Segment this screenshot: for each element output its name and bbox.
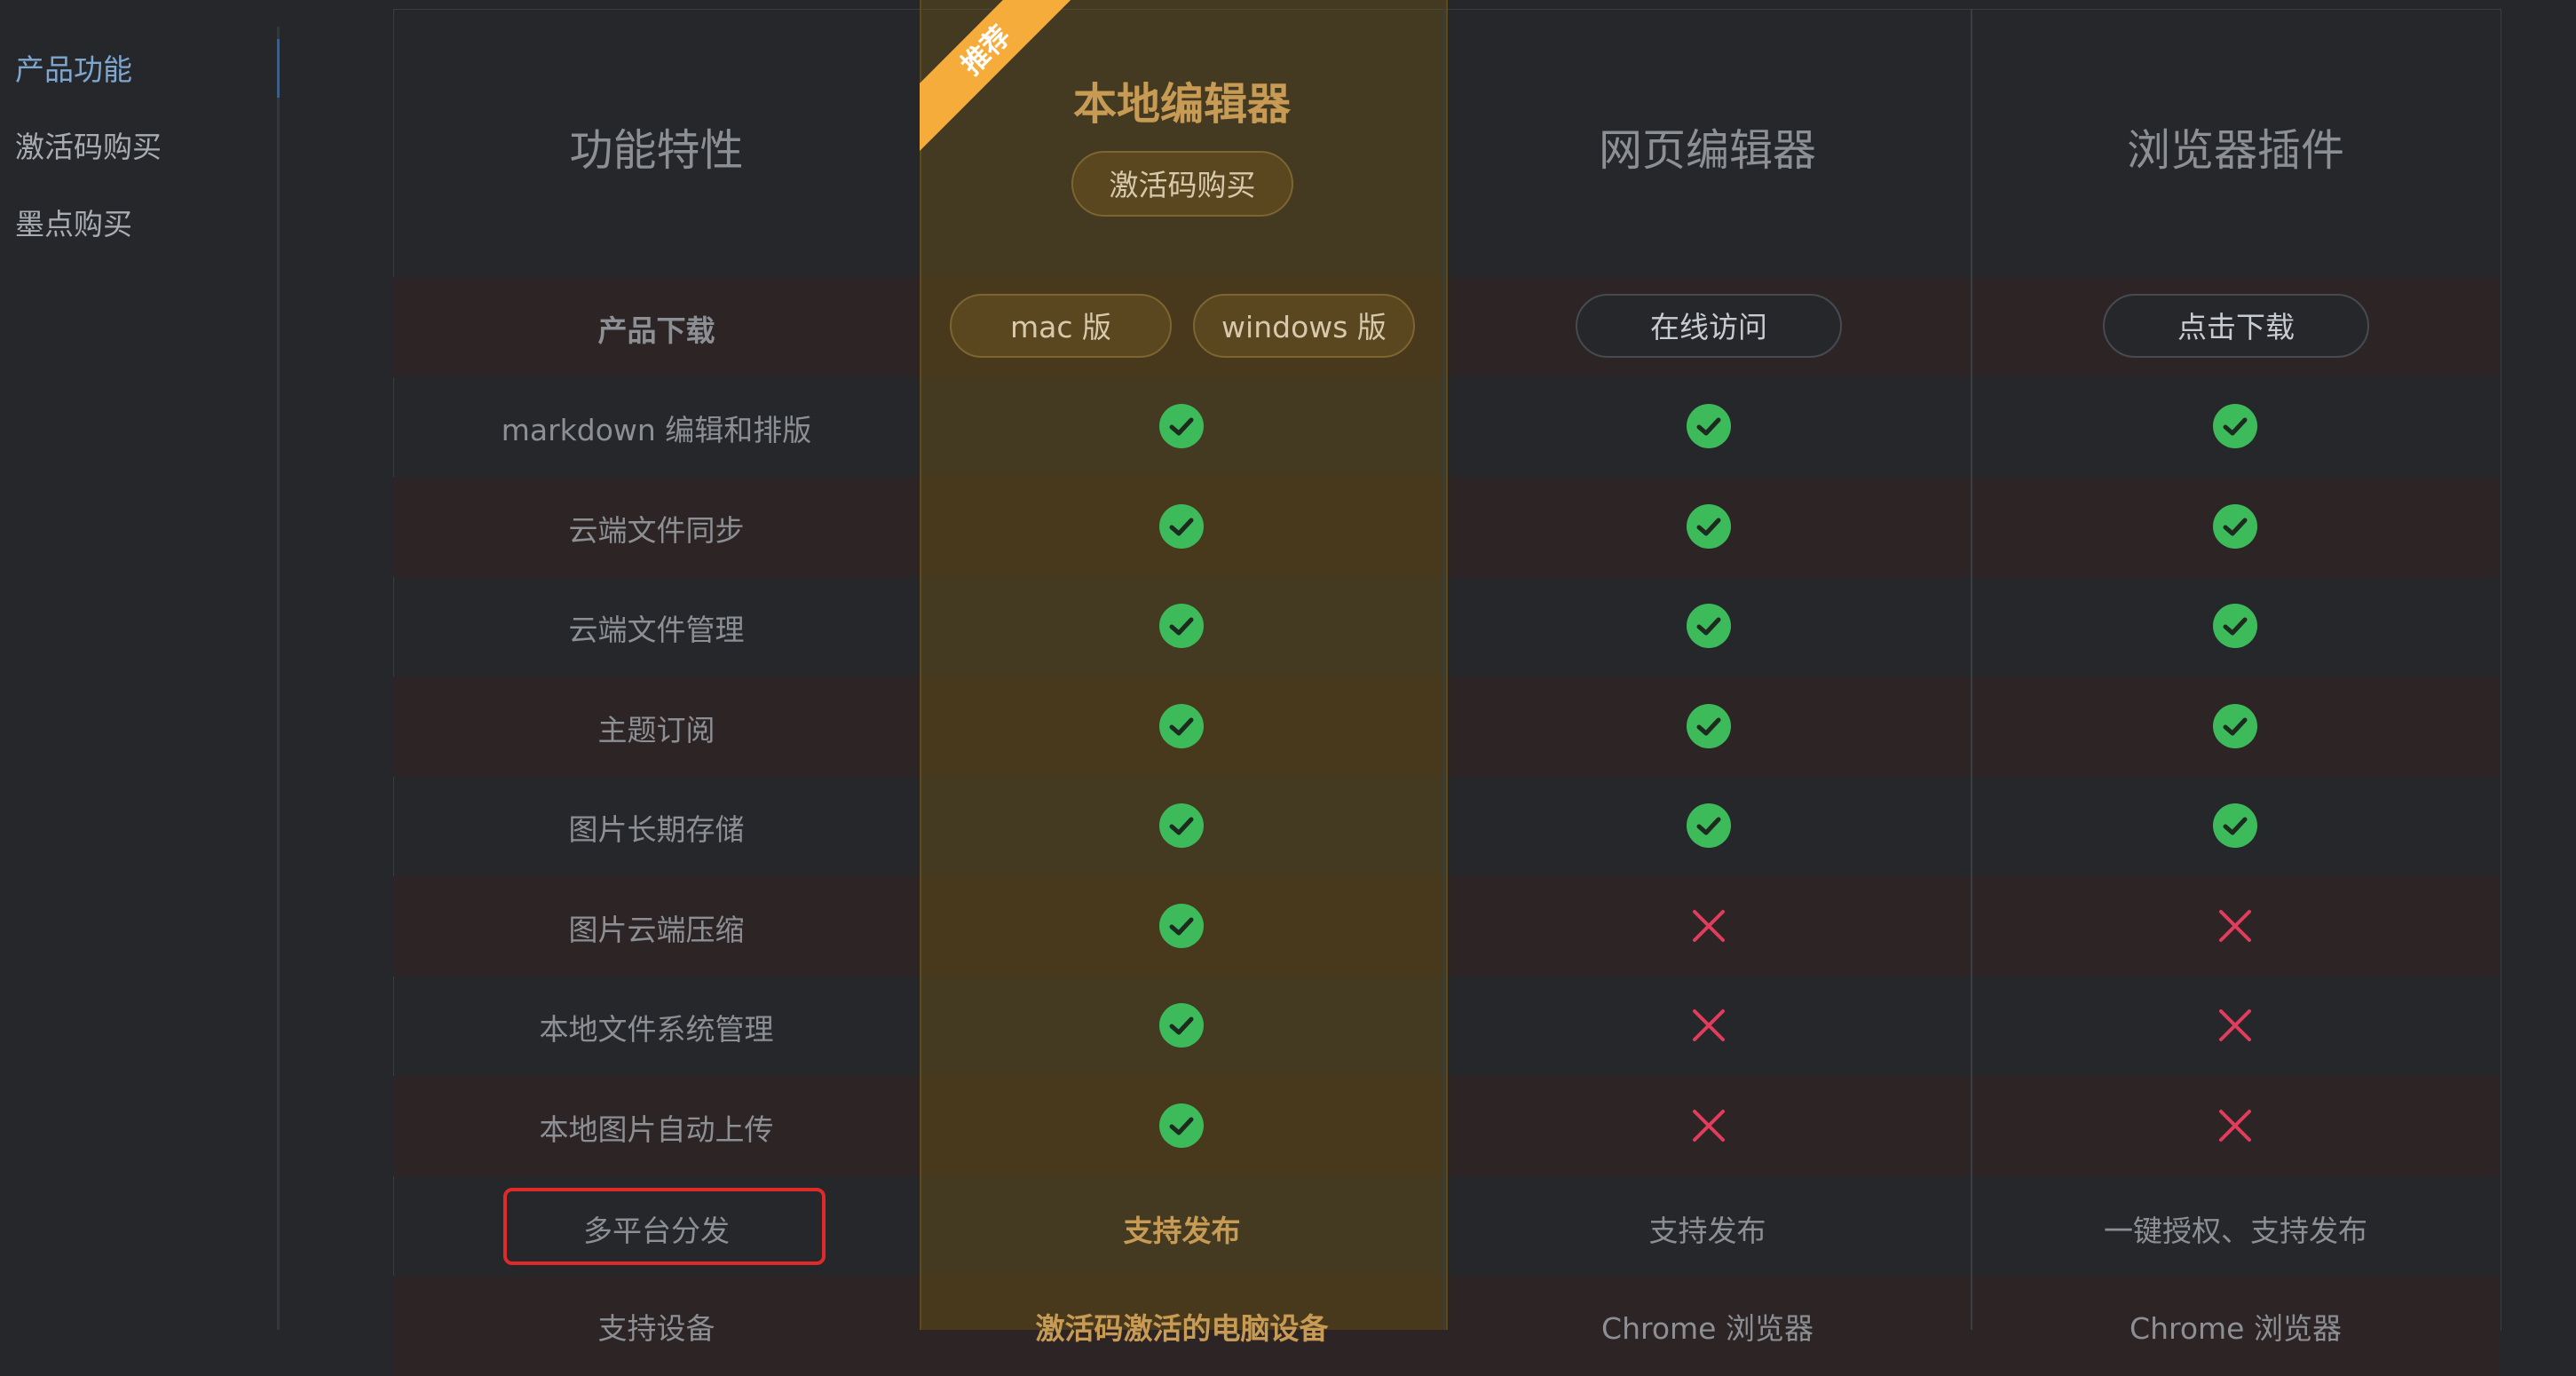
sidebar-item-product-features[interactable]: 产品功能 <box>15 46 132 89</box>
download-windows-button[interactable]: windows 版 <box>1193 294 1415 358</box>
download-mac-button[interactable]: mac 版 <box>950 294 1172 358</box>
check-icon <box>1159 504 1204 549</box>
check-icon <box>1687 404 1731 448</box>
check-icon <box>2213 604 2257 648</box>
sidebar-active-indicator <box>277 39 280 98</box>
local-multi-platform-value: 支持发布 <box>1123 1214 1241 1248</box>
check-icon <box>1687 504 1731 549</box>
feature-label: 本地图片自动上传 <box>539 1112 774 1147</box>
cross-icon <box>1691 908 1727 944</box>
cross-icon <box>2217 1108 2253 1143</box>
sidebar: 产品功能 激活码购买 墨点购买 <box>0 0 282 1330</box>
web-online-access-button[interactable]: 在线访问 <box>1576 294 1842 358</box>
check-icon <box>1159 704 1204 748</box>
check-icon <box>1159 404 1204 448</box>
sidebar-item-buy-activation-code[interactable]: 激活码购买 <box>15 123 162 166</box>
feature-label: 图片长期存储 <box>568 812 745 847</box>
cross-icon <box>2217 908 2253 944</box>
local-buy-code-button[interactable]: 激活码购买 <box>1071 151 1293 217</box>
check-icon <box>1159 803 1204 848</box>
check-icon <box>2213 404 2257 448</box>
download-row-label: 产品下载 <box>597 313 715 348</box>
sidebar-item-buy-ink-points[interactable]: 墨点购买 <box>15 201 132 243</box>
sidebar-divider <box>277 27 280 1330</box>
feature-label: 主题订阅 <box>597 713 715 747</box>
check-icon <box>1687 604 1731 648</box>
check-icon <box>1159 1003 1204 1048</box>
check-icon <box>2213 504 2257 549</box>
local-editor-title: 本地编辑器 <box>1072 79 1291 130</box>
highlight-box <box>503 1188 826 1265</box>
plugin-download-button[interactable]: 点击下载 <box>2103 294 2369 358</box>
check-icon <box>1159 1103 1204 1148</box>
feature-column-title: 功能特性 <box>569 125 744 176</box>
cross-icon <box>1691 1108 1727 1143</box>
column-divider <box>1971 9 1972 1330</box>
check-icon <box>1159 904 1204 948</box>
browser-plugin-title: 浏览器插件 <box>2126 125 2344 176</box>
local-devices-value: 激活码激活的电脑设备 <box>1035 1311 1329 1346</box>
check-icon <box>1687 704 1731 748</box>
plugin-devices-value: Chrome 浏览器 <box>2130 1311 2342 1346</box>
feature-label: 云端文件同步 <box>568 513 745 548</box>
web-devices-value: Chrome 浏览器 <box>1601 1311 1813 1346</box>
feature-label: 云端文件管理 <box>568 613 745 647</box>
check-icon <box>2213 704 2257 748</box>
cross-icon <box>1691 1008 1727 1043</box>
feature-label: 本地文件系统管理 <box>539 1012 774 1047</box>
feature-label: markdown 编辑和排版 <box>501 413 812 447</box>
check-icon <box>1159 604 1204 648</box>
check-icon <box>2213 803 2257 848</box>
check-icon <box>1687 803 1731 848</box>
column-divider <box>1443 9 1445 1330</box>
cross-icon <box>2217 1008 2253 1043</box>
feature-label: 图片云端压缩 <box>568 913 745 947</box>
devices-label: 支持设备 <box>597 1311 715 1346</box>
plugin-multi-platform-value: 一键授权、支持发布 <box>2104 1214 2367 1248</box>
web-editor-title: 网页编辑器 <box>1598 125 1816 176</box>
web-multi-platform-value: 支持发布 <box>1648 1214 1766 1248</box>
